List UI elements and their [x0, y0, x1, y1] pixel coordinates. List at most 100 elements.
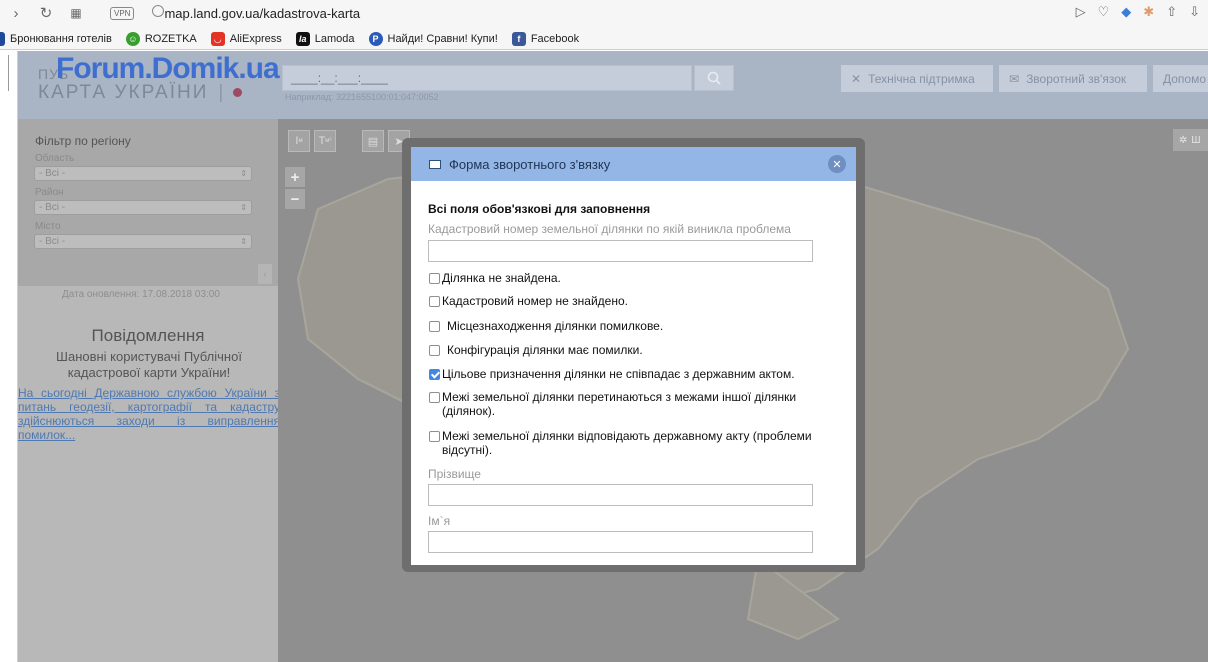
- hotel-icon: [0, 32, 5, 46]
- download-icon[interactable]: ⇩: [1189, 4, 1200, 20]
- filter-title: Фільтр по регіону: [35, 134, 131, 148]
- gear-icon: ✲: [1179, 134, 1188, 146]
- feedback-button[interactable]: ✉ Зворотний зв'язок: [999, 65, 1147, 92]
- checkbox-configuration-errors[interactable]: Конфігурація ділянки має помилки.: [429, 343, 824, 357]
- required-note: Всі поля обов'язкові для заповнення: [428, 202, 651, 216]
- bookmark-price[interactable]: P Найди! Сравни! Купи!: [368, 32, 498, 46]
- checkbox[interactable]: [429, 296, 440, 307]
- bookmark-label: AliExpress: [229, 33, 282, 45]
- checkbox-location-wrong[interactable]: Місцезнаходження ділянки помилкове.: [429, 319, 824, 333]
- bookmark-label: ROZETKA: [144, 33, 197, 45]
- checkbox-purpose-mismatch[interactable]: Цільове призначення ділянки не співпадає…: [429, 367, 824, 381]
- bookmark-label: Найди! Сравни! Купи!: [387, 33, 498, 45]
- browser-chrome: › ↻ ▦ VPN map.land.gov.ua/kadastrova-kar…: [0, 0, 1208, 50]
- extension-icon[interactable]: ✱: [1143, 4, 1154, 20]
- messages-title: Повідомлення: [91, 326, 205, 345]
- logo-dot-icon: [233, 88, 243, 98]
- checkbox[interactable]: [429, 273, 440, 284]
- globe-icon: [152, 5, 164, 17]
- envelope-icon: [429, 159, 441, 169]
- cadastral-number-field[interactable]: [428, 240, 813, 262]
- checkbox-label: Ділянка не знайдена.: [442, 271, 561, 285]
- share-icon[interactable]: ⇧: [1166, 4, 1177, 20]
- gutter-tick: [8, 55, 9, 91]
- surname-field[interactable]: [428, 484, 813, 506]
- help-label: Допомо: [1163, 71, 1207, 86]
- checkbox-number-not-found[interactable]: Кадастровий номер не знайдено.: [429, 294, 824, 308]
- send-icon[interactable]: ▷: [1076, 4, 1086, 20]
- city-select[interactable]: - Всі - ⇕: [34, 234, 252, 249]
- sidebar: Фільтр по регіону Область - Всі - ⇕ Район…: [18, 119, 280, 662]
- checkbox-label: Місцезнаходження ділянки помилкове.: [447, 319, 664, 333]
- select-arrow-icon: ⇕: [240, 237, 247, 246]
- measure-area-button[interactable]: Tм²: [314, 130, 336, 152]
- checkbox-label: Межі земельної ділянки відповідають держ…: [442, 429, 812, 457]
- measure-distance-button[interactable]: Iм: [288, 130, 310, 152]
- checkbox[interactable]: [429, 392, 440, 403]
- checkbox-label: Цільове призначення ділянки не співпадає…: [442, 367, 795, 381]
- modal-title: Форма зворотнього з'вязку: [449, 156, 611, 172]
- surname-label: Прізвище: [428, 467, 481, 481]
- print-button[interactable]: ▤: [362, 130, 384, 152]
- grid-icon[interactable]: ▦: [68, 6, 84, 20]
- checkbox-checked[interactable]: [429, 369, 440, 380]
- city-select-value: - Всі -: [39, 236, 66, 247]
- bookmark-aliexpress[interactable]: ◡ AliExpress: [210, 32, 282, 46]
- checkbox[interactable]: [429, 321, 440, 332]
- lamoda-icon: la: [295, 32, 310, 46]
- checkbox[interactable]: [429, 345, 440, 356]
- cadastral-number-label: Кадастровий номер земельної ділянки по я…: [428, 222, 791, 236]
- support-label: Технічна підтримка: [868, 71, 975, 86]
- name-field[interactable]: [428, 531, 813, 553]
- checkbox-parcel-not-found[interactable]: Ділянка не знайдена.: [429, 271, 824, 285]
- envelope-icon: ✉: [1009, 71, 1020, 86]
- modal-header: Форма зворотнього з'вязку ✕: [411, 147, 856, 181]
- forum-watermark: Forum.Domik.ua: [56, 52, 280, 85]
- checkbox-boundaries-match[interactable]: Межі земельної ділянки відповідають держ…: [429, 429, 824, 457]
- collapse-sidebar-button[interactable]: ‹: [258, 264, 272, 284]
- translate-icon[interactable]: ◆: [1121, 4, 1131, 20]
- checkbox-boundaries-overlap[interactable]: Межі земельної ділянки перетинаються з м…: [429, 390, 824, 418]
- tools-icon: ✕: [851, 71, 862, 86]
- toolbar-icons: ▷ ♡ ◆ ✱ ⇧ ⇩: [1076, 4, 1200, 20]
- forward-icon[interactable]: ›: [8, 5, 24, 22]
- zoom-in-button[interactable]: +: [285, 167, 305, 187]
- search-button[interactable]: [694, 65, 734, 91]
- address-bar[interactable]: VPN map.land.gov.ua/kadastrova-karta: [110, 3, 1102, 23]
- help-button[interactable]: Допомо: [1153, 65, 1208, 92]
- messages-text: Шановні користувачі Публічної кадастрово…: [56, 349, 242, 380]
- bookmark-lamoda[interactable]: la Lamoda: [295, 32, 355, 46]
- checkbox-label: Межі земельної ділянки перетинаються з м…: [442, 390, 797, 418]
- cadastral-search-input[interactable]: ____:__:___:____: [282, 65, 692, 91]
- search-example: Наприклад: 3221655100:01:047:0052: [285, 92, 439, 102]
- select-arrow-icon: ⇕: [240, 203, 247, 212]
- reload-icon[interactable]: ↻: [38, 4, 54, 22]
- rozetka-icon: ☺: [125, 32, 140, 46]
- url-text[interactable]: map.land.gov.ua/kadastrova-karta: [164, 6, 360, 21]
- feedback-label: Зворотний зв'язок: [1026, 71, 1127, 86]
- district-label: Район: [35, 187, 64, 198]
- district-select[interactable]: - Всі - ⇕: [34, 200, 252, 215]
- support-button[interactable]: ✕ Технічна підтримка: [841, 65, 993, 92]
- messages-link[interactable]: На сьогодні Державною службою України з …: [18, 386, 280, 442]
- bookmark-hotels[interactable]: Бронювання готелів: [0, 32, 112, 46]
- zoom-out-button[interactable]: −: [285, 189, 305, 209]
- close-modal-button[interactable]: ✕: [828, 155, 846, 173]
- checkbox-label: Конфігурація ділянки має помилки.: [447, 343, 643, 357]
- region-select[interactable]: - Всі - ⇕: [34, 166, 252, 181]
- select-arrow-icon: ⇕: [240, 169, 247, 178]
- update-date: Дата оновлення: 17.08.2018 03:00: [62, 289, 220, 300]
- vpn-badge[interactable]: VPN: [110, 6, 135, 20]
- bookmark-facebook[interactable]: f Facebook: [511, 32, 580, 46]
- search-icon: [707, 71, 721, 85]
- bookmark-label: Facebook: [530, 33, 580, 45]
- district-select-value: - Всі -: [39, 202, 66, 213]
- map-layers-button[interactable]: ✲ Ш: [1173, 129, 1208, 151]
- checkbox[interactable]: [429, 431, 440, 442]
- left-gutter: [0, 51, 18, 662]
- bookmark-rozetka[interactable]: ☺ ROZETKA: [125, 32, 197, 46]
- printer-icon: ▤: [367, 135, 379, 148]
- heart-icon[interactable]: ♡: [1098, 4, 1110, 20]
- name-label: Ім`я: [428, 514, 451, 528]
- region-filter-panel: Фільтр по регіону Область - Всі - ⇕ Район…: [18, 119, 278, 286]
